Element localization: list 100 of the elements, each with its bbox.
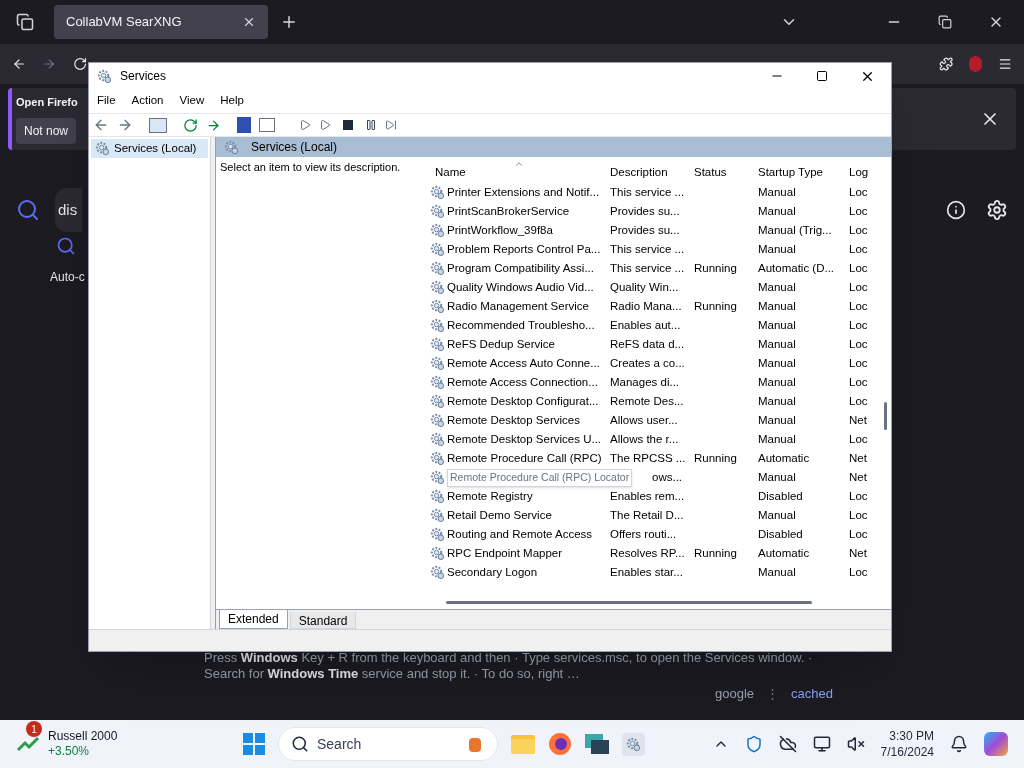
table-cell-text: Manual [758,298,797,314]
table-cell-text: Running [694,260,738,276]
clock-time[interactable]: 3:30 PM [889,728,934,744]
column-header[interactable]: Description [610,164,694,182]
not-now-button[interactable]: Not now [16,118,77,145]
table-cell-text: Disabled [758,526,804,542]
table-cell-text: Loc [849,222,869,238]
vertical-scrollbar[interactable] [883,402,887,430]
taskbar-search[interactable]: Search [278,727,498,761]
autocomplete-text: Auto-c [50,269,85,286]
search-field[interactable]: dis [55,188,82,232]
column-header[interactable]: Status [694,164,758,182]
copilot-icon[interactable] [984,732,1008,756]
table-cell-text: Loc [849,564,869,580]
table-cell-text: Loc [849,279,869,295]
service-icon [430,394,445,409]
search-icon[interactable] [56,236,76,256]
table-cell-text: Radio Mana... [610,298,683,314]
tab-list-icon[interactable] [16,13,34,31]
maximize-icon[interactable] [816,70,828,82]
export-icon[interactable] [206,117,221,133]
table-cell-text: Manual [758,374,797,390]
service-icon [430,489,445,504]
table-cell-text: Net [849,469,868,485]
snippet-text: Search for Windows Time service and stop it. · To do so, right … [204,666,581,682]
widget-change: +3.50% [48,744,91,759]
table-cell-text: Retail Demo Service [447,507,552,523]
pause-icon[interactable] [365,119,377,131]
table-cell-text: PrintWorkflow_39f8a [447,222,553,238]
play-icon[interactable] [299,119,311,131]
table-cell-text: Manual (Trig... [758,222,833,238]
service-icon [430,185,445,200]
notification-text: Open Firefo [16,94,78,110]
restore-icon[interactable] [938,15,952,29]
close-icon[interactable] [242,15,256,29]
horizontal-scrollbar[interactable] [446,600,812,604]
view-tab[interactable]: Standard [289,612,357,629]
table-cell-text: Loc [849,431,869,447]
monitor-app-icon[interactable] [584,732,610,756]
table-cell-text: Manual [758,564,797,580]
view-tab[interactable]: Extended [219,610,288,629]
sort-caret-icon [514,159,524,169]
table-cell-text: Loc [849,488,869,504]
shield-icon[interactable] [744,735,763,753]
table-cell-text: Manages di... [610,374,681,390]
menu-item[interactable]: Action [131,92,164,110]
new-tab-icon[interactable] [280,13,298,31]
table-cell-text: Loc [849,393,869,409]
menu-item[interactable]: File [97,92,116,110]
cloud-off-icon[interactable] [778,735,797,753]
mute-icon[interactable] [846,735,865,753]
table-cell-text: Creates a co... [610,355,686,371]
table-cell-text: Loc [849,374,869,390]
table-cell-text: Printer Extensions and Notif... [447,184,600,200]
cached-link[interactable]: cached [791,684,833,704]
tree-item[interactable]: Services (Local) [91,139,208,159]
table-cell-text: RPC Endpoint Mapper [447,545,563,561]
column-header[interactable]: Name [430,164,610,182]
service-icon [430,356,445,371]
play-icon[interactable] [319,119,331,131]
browser-tab[interactable]: CollabVM SearXNG [54,5,268,39]
gear-icon [95,141,110,157]
table-cell-text: Allows user... [610,412,679,428]
menu-item[interactable]: Help [220,92,244,110]
service-icon [430,242,445,257]
search-icon [291,735,309,753]
reload-icon[interactable] [72,55,87,73]
resume-icon[interactable] [385,119,397,131]
chart-up-icon [16,734,40,754]
notification-badge: 1 [26,721,42,737]
table-cell-text: ReFS data d... [610,336,686,352]
info-icon[interactable] [946,200,966,220]
menu-item[interactable]: View [179,92,205,110]
windows-logo-icon[interactable] [242,732,266,756]
table-cell-text: The RPCSS ... [610,450,687,466]
service-icon [430,375,445,390]
monitor-icon[interactable] [812,735,831,753]
browser-app-icon[interactable] [548,732,572,756]
snippet-text: Press Windows Key + R from the keyboard and then · Type services.msc, to open the Services window. · [204,650,813,666]
bell-icon[interactable] [950,735,968,753]
table-cell-text: Radio Management Service [447,298,589,314]
extensions-icon[interactable] [938,55,954,73]
clock-date[interactable]: 7/16/2024 [880,744,934,760]
table-cell-text: Net [849,545,868,561]
table-cell-text: Manual [758,241,797,257]
forward-icon[interactable] [117,117,133,133]
column-header[interactable]: Startup Type [758,164,849,182]
refresh-icon[interactable] [183,117,198,133]
separator-glyph: ⋮ [766,685,780,703]
gear-icon [224,139,239,155]
widget-title: Russell 2000 [48,729,118,744]
settings-icon[interactable] [986,199,1008,221]
table-cell-text: Loc [849,507,869,523]
service-icon [430,451,445,466]
service-icon [430,337,445,352]
search-icon [16,198,40,222]
table-cell-text: Loc [849,298,869,314]
column-header[interactable]: Log [849,164,879,182]
table-cell-text: This service ... [610,241,686,257]
table-cell-text: Program Compatibility Assi... [447,260,594,276]
